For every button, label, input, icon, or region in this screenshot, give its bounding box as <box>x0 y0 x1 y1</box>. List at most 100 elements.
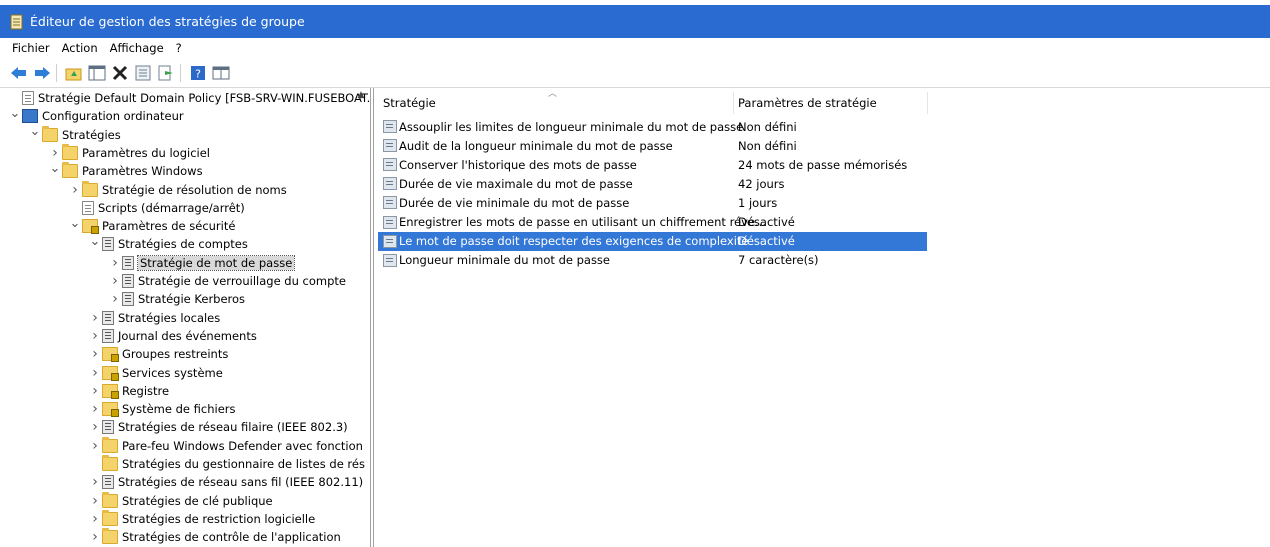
chevron-right-icon[interactable]: › <box>108 255 122 271</box>
tree-item[interactable]: Stratégies du gestionnaire de listes de … <box>88 455 365 473</box>
policy-name: Conserver l'historique des mots de passe <box>399 157 637 172</box>
policy-value: Non défini <box>738 138 797 153</box>
tree-item[interactable]: › Registre <box>88 382 169 400</box>
tree-item[interactable]: › Pare-feu Windows Defender avec fonction <box>88 436 363 455</box>
chevron-right-icon[interactable]: › <box>88 511 102 527</box>
chevron-right-icon[interactable]: › <box>88 438 102 454</box>
tree-item-label: Journal des événements <box>118 328 257 343</box>
tree-item[interactable]: › Groupes restreints <box>88 345 228 363</box>
chevron-right-icon[interactable]: › <box>48 145 62 161</box>
tree-item[interactable]: Scripts (démarrage/arrêt) <box>68 199 245 217</box>
app-icon <box>10 14 24 30</box>
menu-fichier[interactable]: Fichier <box>0 41 56 55</box>
tree-item[interactable]: › Stratégies de clé publique <box>88 491 273 510</box>
network-icon <box>102 420 114 435</box>
tree-item-label: Stratégie Kerberos <box>138 292 246 307</box>
tree-item[interactable]: › Stratégies locales <box>88 309 220 327</box>
scroll-up-icon[interactable]: ▲ <box>354 90 368 104</box>
tree-item[interactable]: › Stratégies de réseau filaire (IEEE 802.… <box>88 418 348 436</box>
list-icon <box>102 237 114 252</box>
policy-row[interactable]: Durée de vie maximale du mot de passe 42 … <box>378 174 927 193</box>
chevron-right-icon[interactable]: › <box>88 346 102 362</box>
tree-item-label: Pare-feu Windows Defender avec fonction <box>122 438 363 453</box>
show-hide-tree-icon[interactable] <box>87 63 107 83</box>
computer-icon <box>22 109 38 124</box>
chevron-down-icon[interactable]: ⌄ <box>8 106 22 121</box>
column-separator[interactable] <box>733 92 734 114</box>
tree-item[interactable]: ⌄ Stratégies <box>28 124 121 144</box>
chevron-right-icon[interactable]: › <box>88 310 102 326</box>
back-icon[interactable] <box>9 63 29 83</box>
chevron-right-icon[interactable]: › <box>88 493 102 509</box>
chevron-down-icon[interactable]: ⌄ <box>48 161 62 176</box>
tree-item[interactable]: › Journal des événements <box>88 327 257 345</box>
menu-action[interactable]: Action <box>56 41 104 55</box>
chevron-right-icon[interactable]: › <box>88 401 102 417</box>
menu-help[interactable]: ? <box>170 41 188 55</box>
tree-item[interactable]: › Stratégies de restriction logicielle <box>88 509 315 528</box>
tree-item-label: Stratégies de réseau filaire (IEEE 802.3… <box>118 420 348 435</box>
folder-icon <box>62 162 78 179</box>
policy-row[interactable]: Durée de vie minimale du mot de passe 1 j… <box>378 193 927 212</box>
chevron-right-icon[interactable]: › <box>88 383 102 399</box>
policy-value: 24 mots de passe mémorisés <box>738 157 908 172</box>
chevron-right-icon[interactable]: › <box>88 328 102 344</box>
policy-row[interactable]: Assouplir les limites de longueur minima… <box>378 117 927 136</box>
column-header-parametres[interactable]: Paramètres de stratégie <box>738 92 877 114</box>
chevron-down-icon[interactable]: ⌄ <box>28 124 42 139</box>
export-list-icon[interactable] <box>156 63 176 83</box>
tree-item[interactable]: › Stratégie Kerberos <box>108 290 245 308</box>
tree-item-label: Stratégies de contrôle de l'application <box>122 530 341 545</box>
tree-item-label: Système de fichiers <box>122 402 236 417</box>
policy-value: 1 jours <box>738 195 778 210</box>
policy-row[interactable]: Le mot de passe doit respecter des exige… <box>378 231 927 251</box>
menu-affichage[interactable]: Affichage <box>104 41 170 55</box>
policy-doc-icon <box>22 91 34 105</box>
policy-row[interactable]: Longueur minimale du mot de passe 7 carac… <box>378 251 927 270</box>
tree-item[interactable]: › Système de fichiers <box>88 400 236 418</box>
chevron-right-icon[interactable]: › <box>88 419 102 435</box>
tree-item-label: Scripts (démarrage/arrêt) <box>98 200 245 215</box>
lock-folder-icon <box>102 347 119 363</box>
tree-item[interactable]: ⌄ Paramètres de sécurité <box>68 216 235 235</box>
chevron-right-icon[interactable]: › <box>88 474 102 490</box>
help-icon[interactable]: ? <box>188 63 208 83</box>
tree-item[interactable]: › Stratégies de contrôle de l'application <box>88 528 341 546</box>
chevron-right-icon[interactable]: › <box>108 273 122 289</box>
policy-setting-icon <box>383 253 397 267</box>
chevron-right-icon[interactable]: › <box>88 365 102 381</box>
policy-setting-icon <box>383 196 397 210</box>
tree-item[interactable]: › Stratégie de mot de passe <box>108 254 296 272</box>
toolbar: ? <box>0 59 1270 88</box>
delete-icon[interactable] <box>110 63 130 83</box>
chevron-down-icon[interactable]: ⌄ <box>68 216 82 231</box>
chevron-right-icon[interactable]: › <box>108 291 122 307</box>
tree-item[interactable]: ⌄ Paramètres Windows <box>48 161 203 180</box>
pane-divider[interactable] <box>370 88 371 547</box>
chevron-right-icon[interactable]: › <box>88 529 102 545</box>
forward-icon[interactable] <box>32 63 52 83</box>
tree-item[interactable]: › Stratégies de réseau sans fil (IEEE 802… <box>88 473 363 491</box>
up-folder-icon[interactable] <box>64 63 84 83</box>
chevron-down-icon[interactable]: ⌄ <box>88 234 102 249</box>
policy-row[interactable]: Enregistrer les mots de passe en utilisa… <box>378 213 927 232</box>
folder-icon <box>82 180 98 197</box>
toolbar-separator <box>180 64 181 82</box>
policy-row[interactable]: Audit de la longueur minimale du mot de … <box>378 136 927 155</box>
chevron-right-icon[interactable]: › <box>68 182 82 198</box>
policy-row[interactable]: Conserver l'historique des mots de passe… <box>378 155 927 174</box>
policy-name: Durée de vie maximale du mot de passe <box>399 176 633 191</box>
tree-pane[interactable]: Stratégie Default Domain Policy [FSB-SRV… <box>0 88 370 547</box>
properties-icon[interactable] <box>133 63 153 83</box>
tree-item[interactable]: › Paramètres du logiciel <box>48 143 210 162</box>
details-view-icon[interactable] <box>211 63 231 83</box>
policy-value: 7 caractère(s) <box>738 253 819 268</box>
tree-item[interactable]: ⌄ Configuration ordinateur <box>8 106 184 125</box>
tree-item[interactable]: › Services système <box>88 364 223 382</box>
column-separator[interactable] <box>927 92 928 114</box>
tree-item[interactable]: ⌄ Stratégies de comptes <box>88 234 248 253</box>
column-header-strategie[interactable]: Stratégie <box>383 92 436 114</box>
tree-item[interactable]: › Stratégie de verrouillage du compte <box>108 272 346 290</box>
tree-item[interactable]: › Stratégie de résolution de noms <box>68 180 287 199</box>
tree-item[interactable]: Stratégie Default Domain Policy [FSB-SRV… <box>8 89 370 107</box>
